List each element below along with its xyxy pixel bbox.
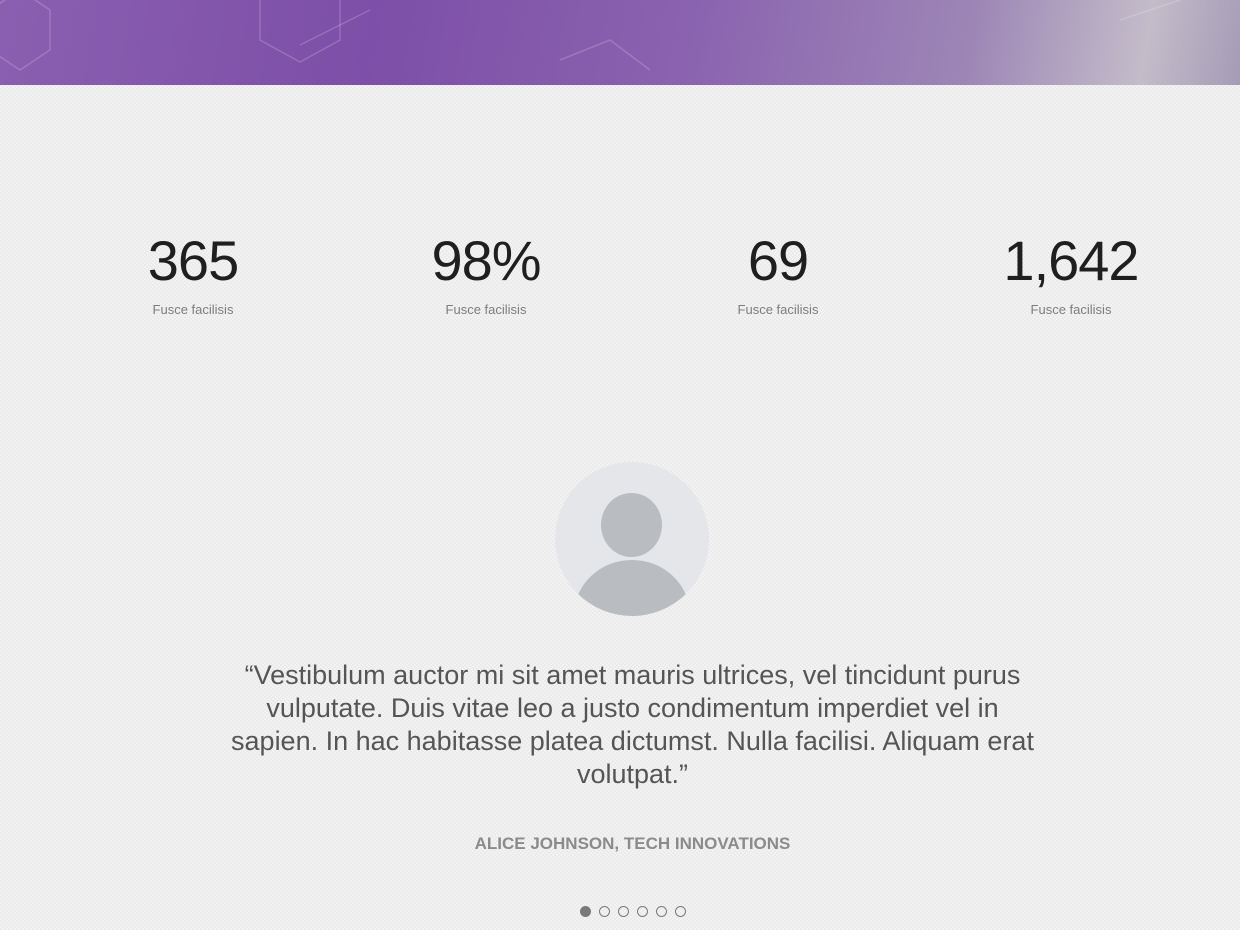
stats-row: 365 Fusce facilisis 98% Fusce facilisis …: [0, 228, 1240, 328]
pager-dot[interactable]: [617, 906, 629, 917]
stat-label: Fusce facilisis: [737, 302, 819, 317]
stat-item: 365 Fusce facilisis: [73, 228, 313, 318]
pager-dot[interactable]: [636, 906, 648, 917]
pager-dot[interactable]: [655, 906, 667, 917]
hero-banner: [0, 0, 1240, 85]
stat-item: 1,642 Fusce facilisis: [951, 228, 1191, 318]
stat-value: 69: [747, 229, 809, 292]
stat-label: Fusce facilisis: [1030, 302, 1112, 317]
pager-dot[interactable]: [579, 906, 591, 917]
testimonial-author: ALICE JOHNSON, TECH INNOVATIONS: [474, 834, 791, 853]
testimonial-quote: “Vestibulum auctor mi sit amet mauris ul…: [231, 660, 1034, 789]
avatar-body: [574, 560, 690, 616]
banner-hexagon-pattern: [0, 0, 1181, 71]
stat-item: 98% Fusce facilisis: [366, 228, 606, 318]
stat-label: Fusce facilisis: [445, 302, 527, 317]
pager-dot[interactable]: [598, 906, 610, 917]
avatar-head: [601, 493, 662, 557]
stat-value: 365: [147, 229, 239, 292]
stat-label: Fusce facilisis: [152, 302, 234, 317]
pager-dot[interactable]: [674, 906, 686, 917]
testimonial-pager: [0, 906, 1240, 917]
stat-value: 1,642: [1003, 229, 1139, 292]
stat-value: 98%: [431, 229, 541, 292]
stat-item: 69 Fusce facilisis: [658, 228, 898, 318]
user-avatar-placeholder-icon: [555, 462, 709, 616]
